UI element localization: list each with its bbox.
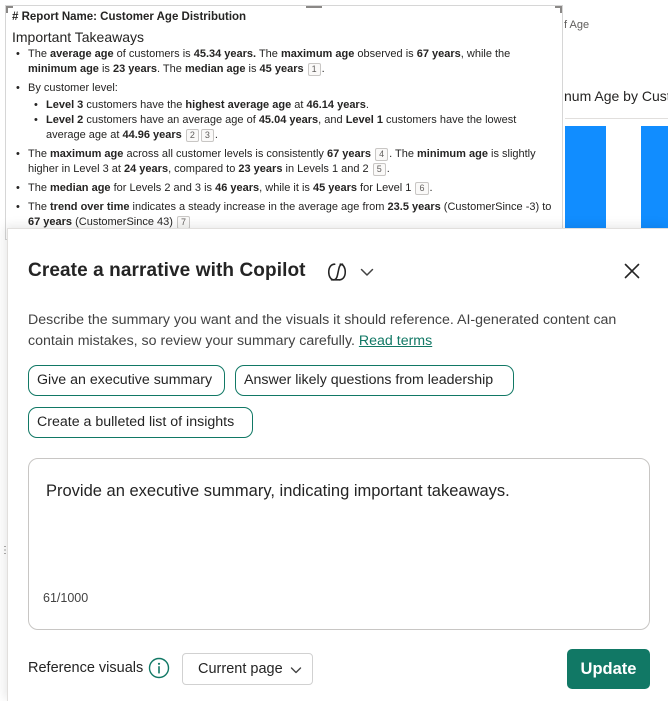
suggestion-leadership-questions[interactable]: Answer likely questions from leadership bbox=[235, 365, 514, 396]
reference-visuals-dropdown[interactable]: Current page bbox=[182, 653, 313, 685]
reference-visuals-label: Reference visuals bbox=[28, 660, 144, 676]
customer-level-list: Level 3 customers have the highest avera… bbox=[28, 98, 556, 143]
chart-gridline bbox=[565, 118, 668, 119]
takeaways-heading: Important Takeaways bbox=[12, 29, 145, 45]
takeaway-item: The trend over time indicates a steady i… bbox=[12, 200, 556, 230]
panel-description: Describe the summary you want and the vi… bbox=[28, 310, 653, 352]
character-count: 61/1000 bbox=[43, 591, 89, 605]
reference-badge[interactable]: 5 bbox=[372, 163, 386, 176]
takeaways-list: The average age of customers is 45.34 ye… bbox=[12, 47, 556, 230]
info-icon[interactable] bbox=[148, 657, 170, 679]
resize-handle[interactable] bbox=[555, 6, 562, 13]
chevron-down-icon[interactable] bbox=[358, 263, 376, 281]
reference-badge[interactable]: 3 bbox=[200, 129, 214, 142]
reference-badge[interactable]: 1 bbox=[307, 63, 321, 76]
reference-badge[interactable]: 2 bbox=[185, 129, 199, 142]
description-text: Describe the summary you want and the vi… bbox=[28, 312, 617, 349]
close-button[interactable] bbox=[622, 261, 642, 281]
chevron-down-icon bbox=[290, 667, 302, 674]
suggestion-executive-summary[interactable]: Give an executive summary bbox=[28, 365, 225, 396]
takeaway-item: The average age of customers is 45.34 ye… bbox=[12, 47, 556, 77]
dropdown-selected-value: Current page bbox=[198, 661, 283, 677]
takeaway-item: The median age for Levels 2 and 3 is 46 … bbox=[12, 181, 556, 196]
reference-badge[interactable]: 4 bbox=[375, 148, 389, 161]
close-icon bbox=[624, 263, 640, 279]
drag-handle[interactable] bbox=[306, 6, 322, 13]
report-name: # Report Name: Customer Age Distribution bbox=[12, 11, 247, 23]
takeaway-item: The maximum age across all customer leve… bbox=[12, 147, 556, 177]
resize-handle[interactable] bbox=[6, 6, 13, 13]
visual-title: f Age bbox=[564, 19, 590, 31]
copilot-narrative-panel: Create a narrative with Copilot Describe… bbox=[7, 228, 668, 701]
update-button[interactable]: Update bbox=[567, 649, 650, 689]
takeaway-subitem: Level 2 customers have an average age of… bbox=[28, 113, 556, 143]
takeaway-item: By customer level: Level 3 customers hav… bbox=[12, 81, 556, 143]
copilot-icon bbox=[327, 263, 347, 281]
narrative-visual[interactable]: # Report Name: Customer Age Distribution… bbox=[5, 5, 563, 240]
panel-title: Create a narrative with Copilot bbox=[28, 260, 306, 281]
reference-badge[interactable]: 6 bbox=[415, 182, 429, 195]
prompt-input[interactable]: Provide an executive summary, indicating… bbox=[28, 458, 650, 630]
suggestion-bulleted-insights[interactable]: Create a bulleted list of insights bbox=[28, 407, 253, 438]
chart-bar[interactable] bbox=[565, 126, 606, 236]
prompt-text[interactable]: Provide an executive summary, indicating… bbox=[46, 482, 510, 501]
chart-bar[interactable] bbox=[641, 126, 668, 236]
read-terms-link[interactable]: Read terms bbox=[359, 333, 432, 349]
visual-title: num Age by Cust bbox=[564, 88, 668, 104]
takeaway-subitem: Level 3 customers have the highest avera… bbox=[28, 98, 556, 113]
